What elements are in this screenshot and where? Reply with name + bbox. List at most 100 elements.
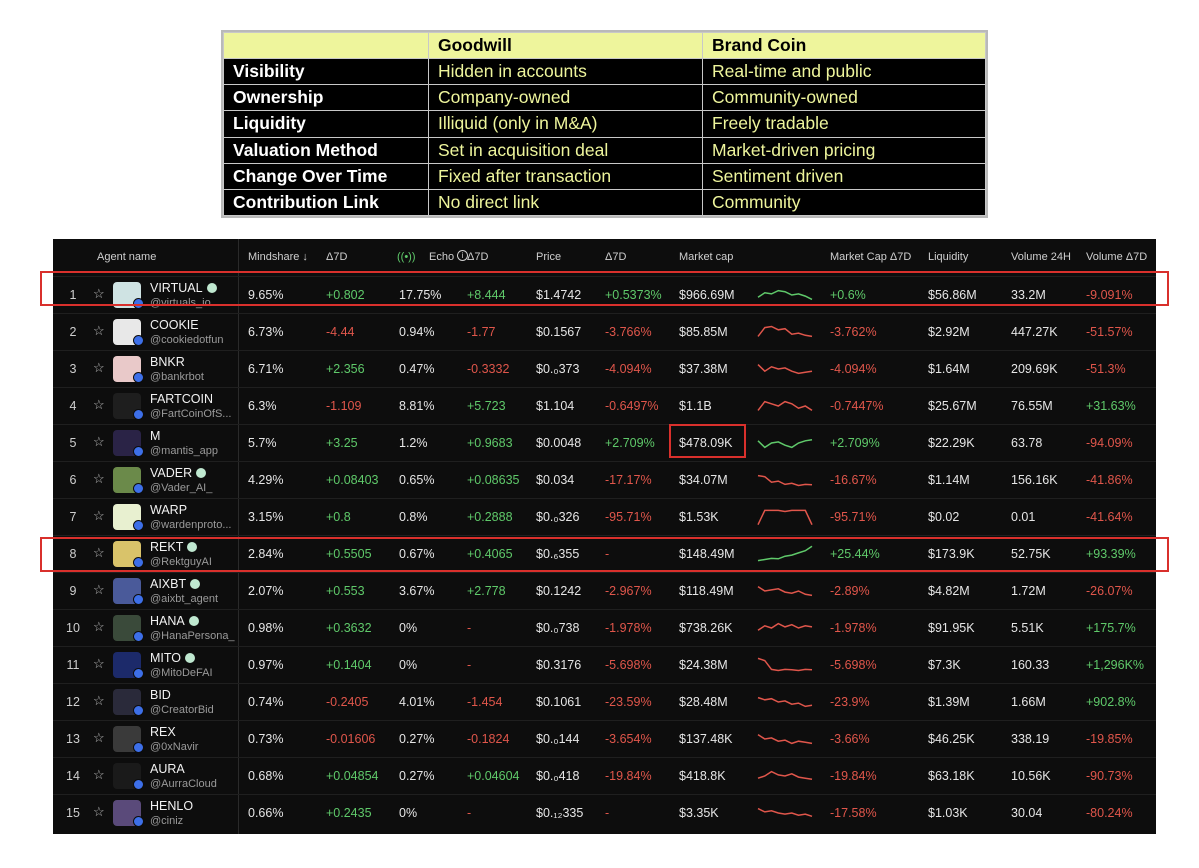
agent-name[interactable]: HENLO — [150, 799, 193, 813]
rank: 6 — [69, 473, 77, 487]
agent-name[interactable]: VADER — [150, 466, 207, 480]
sparkline-path — [757, 325, 813, 338]
table-row[interactable]: 2 ☆ COOKIE @cookiedotfun 6.73% -4.44 0.9… — [53, 313, 1156, 351]
table-row[interactable]: 14 ☆ AURA @AurraCloud 0.68% +0.04854 0.2… — [53, 757, 1156, 795]
agent-name-text: HENLO — [150, 799, 194, 813]
sparkline-path — [757, 438, 813, 449]
agent-name[interactable]: BID — [150, 688, 171, 702]
sparkline — [757, 509, 813, 526]
table-row[interactable]: 9 ☆ AIXBT @aixbt_agent 2.07% +0.553 3.67… — [53, 572, 1156, 610]
agent-name[interactable]: AIXBT — [150, 577, 201, 591]
comparison-row: Valuation Method Set in acquisition deal… — [223, 136, 986, 164]
table-row[interactable]: 13 ☆ REX @0xNavir 0.73% -0.01606 0.27% -… — [53, 720, 1156, 758]
star-icon[interactable]: ☆ — [93, 434, 105, 450]
agent-name-text: AIXBT — [150, 577, 187, 591]
agent-name[interactable]: FARTCOIN — [150, 392, 213, 406]
rank: 3 — [69, 362, 77, 376]
mindshare-d7: +0.2435 — [326, 806, 372, 820]
echo-d7: +5.723 — [467, 399, 506, 413]
col-volume-d7[interactable]: Volume Δ7D — [1086, 251, 1147, 263]
table-row[interactable]: 3 ☆ BNKR @bankrbot 6.71% +2.356 0.47% -0… — [53, 350, 1156, 388]
star-icon[interactable]: ☆ — [93, 730, 105, 746]
liquidity: $63.18K — [928, 769, 975, 783]
mindshare-d7: -1.109 — [326, 399, 362, 413]
price-d7: -95.71% — [605, 510, 652, 524]
star-icon[interactable]: ☆ — [93, 508, 105, 524]
star-icon[interactable]: ☆ — [93, 471, 105, 487]
price: $1.104 — [536, 399, 575, 413]
mindshare: 0.97% — [248, 658, 284, 672]
col-mindshare-d7[interactable]: Δ7D — [326, 251, 347, 263]
mindshare-d7: +0.04854 — [326, 769, 379, 783]
agent-name[interactable]: COOKIE — [150, 318, 199, 332]
liquidity: $2.92M — [928, 325, 970, 339]
agent-name[interactable]: M — [150, 429, 160, 443]
echo: 0.94% — [399, 325, 435, 339]
echo: 0% — [399, 621, 418, 635]
echo-d7: -1.77 — [467, 325, 496, 339]
star-icon[interactable]: ☆ — [93, 767, 105, 783]
volume-24h: 1.72M — [1011, 584, 1046, 598]
volume-24h: 10.56K — [1011, 769, 1051, 783]
star-icon[interactable]: ☆ — [93, 656, 105, 672]
volume-24h: 76.55M — [1011, 399, 1053, 413]
agent-handle: @0xNavir — [150, 741, 199, 753]
table-row[interactable]: 4 ☆ FARTCOIN @FartCoinOfS... 6.3% -1.109… — [53, 387, 1156, 425]
volume-24h: 209.69K — [1011, 362, 1058, 376]
col-agent-name[interactable]: Agent name — [97, 251, 156, 263]
price: $0.₀144 — [536, 732, 580, 746]
agent-name[interactable]: HANA — [150, 614, 199, 628]
agent-name[interactable]: BNKR — [150, 355, 185, 369]
table-row[interactable]: 12 ☆ BID @CreatorBid 0.74% -0.2405 4.01%… — [53, 683, 1156, 721]
table-row[interactable]: 15 ☆ HENLO @ciniz 0.66% +0.2435 0% - $0.… — [53, 794, 1156, 832]
agent-handle: @cookiedotfun — [150, 334, 224, 346]
echo-d7: - — [467, 658, 472, 672]
volume-d7: -41.64% — [1086, 510, 1133, 524]
table-row[interactable]: 6 ☆ VADER @Vader_AI_ 4.29% +0.08403 0.65… — [53, 461, 1156, 499]
mindshare: 2.07% — [248, 584, 284, 598]
sparkline-path — [757, 400, 813, 412]
star-icon[interactable]: ☆ — [93, 397, 105, 413]
agent-name[interactable]: WARP — [150, 503, 187, 517]
mindshare: 0.73% — [248, 732, 284, 746]
col-price-d7[interactable]: Δ7D — [605, 251, 626, 263]
mindshare-d7: +3.25 — [326, 436, 358, 450]
sparkline — [757, 438, 813, 449]
col-mindshare[interactable]: Mindshare ↓ — [248, 251, 308, 263]
star-icon[interactable]: ☆ — [93, 582, 105, 598]
col-price[interactable]: Price — [536, 251, 561, 263]
col-market-cap[interactable]: Market cap — [679, 251, 733, 263]
star-icon[interactable]: ☆ — [93, 360, 105, 376]
table-row[interactable]: 7 ☆ WARP @wardenproto... 3.15% +0.8 0.8%… — [53, 498, 1156, 536]
price: $0.₁₂335 — [536, 806, 584, 820]
col-liquidity[interactable]: Liquidity — [928, 251, 968, 263]
sparkline-path — [757, 509, 813, 526]
star-icon[interactable]: ☆ — [93, 804, 105, 820]
col-echo[interactable]: Echo — [429, 251, 454, 263]
col-echo-d7[interactable]: Δ7D — [467, 251, 488, 263]
echo: 0.27% — [399, 732, 435, 746]
mindshare-d7: +0.553 — [326, 584, 365, 598]
star-icon[interactable]: ☆ — [93, 323, 105, 339]
market-cap-d7: -1.978% — [830, 621, 877, 635]
mindshare: 0.68% — [248, 769, 284, 783]
agent-name-text: MITO — [150, 651, 182, 665]
volume-24h: 30.04 — [1011, 806, 1043, 820]
agent-name[interactable]: MITO — [150, 651, 196, 665]
comparison-row: Liquidity Illiquid (only in M&A) Freely … — [223, 110, 986, 138]
price-d7: -3.654% — [605, 732, 652, 746]
verified-icon — [196, 468, 207, 478]
agent-name[interactable]: REX — [150, 725, 176, 739]
col-market-cap-d7[interactable]: Market Cap Δ7D — [830, 251, 911, 263]
volume-24h: 338.19 — [1011, 732, 1050, 746]
star-icon[interactable]: ☆ — [93, 619, 105, 635]
market-cap: $1.53K — [679, 510, 719, 524]
table-row[interactable]: 5 ☆ M @mantis_app 5.7% +3.25 1.2% +0.968… — [53, 424, 1156, 462]
agent-name[interactable]: AURA — [150, 762, 185, 776]
highlight-m-market-cap — [669, 424, 746, 458]
sparkline-path — [757, 657, 813, 672]
col-volume-24h[interactable]: Volume 24H — [1011, 251, 1071, 263]
table-row[interactable]: 11 ☆ MITO @MitoDeFAI 0.97% +0.1404 0% - … — [53, 646, 1156, 684]
star-icon[interactable]: ☆ — [93, 693, 105, 709]
table-row[interactable]: 10 ☆ HANA @HanaPersona_ 0.98% +0.3632 0%… — [53, 609, 1156, 647]
